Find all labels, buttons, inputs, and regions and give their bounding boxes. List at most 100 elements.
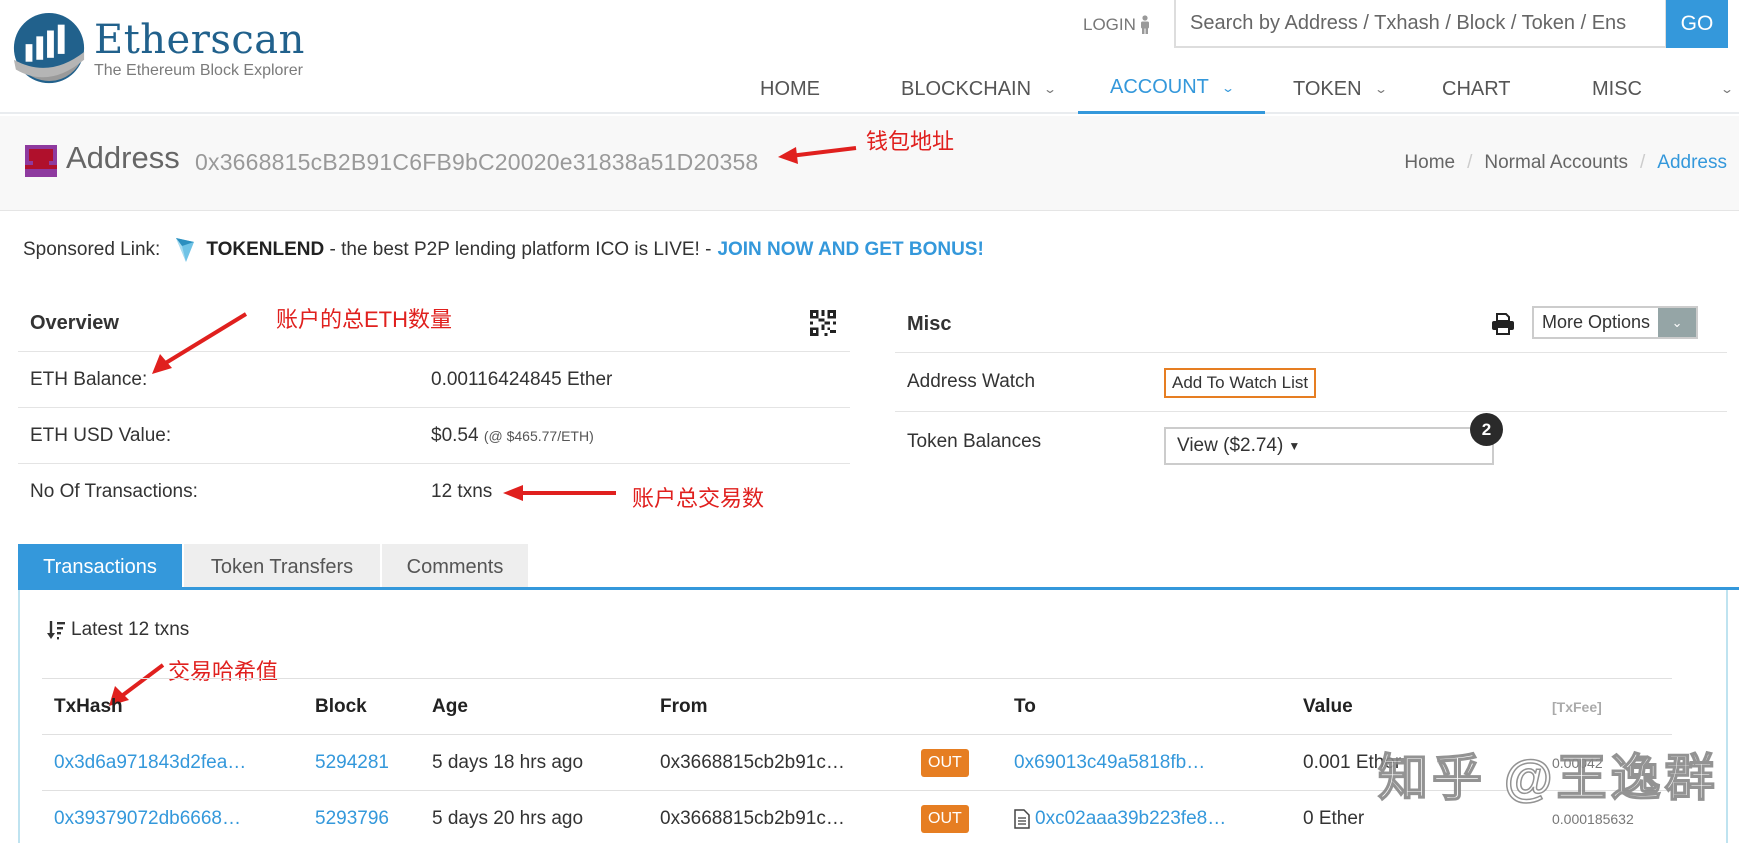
sponsor-text: - the best P2P lending platform ICO is L…	[324, 239, 712, 260]
nav-label: HOME	[760, 77, 820, 100]
eth-balance-value: 0.00116424845 Ether	[431, 368, 613, 390]
txhash-link[interactable]: 0x39379072db6668…	[54, 791, 241, 843]
nav-chart[interactable]: CHART	[1442, 64, 1511, 114]
tx-age: 5 days 18 hrs ago	[432, 752, 584, 773]
direction-badge: OUT	[921, 749, 969, 777]
sponsor-brand[interactable]: TOKENLEND	[206, 239, 324, 261]
eth-price-note: (@ $465.77/ETH)	[483, 427, 594, 444]
nav-label: CHART	[1442, 77, 1511, 100]
nav-label: TOKEN	[1293, 77, 1362, 100]
login-label: LOGIN	[1083, 15, 1136, 34]
nav-token[interactable]: TOKEN ⌄	[1293, 64, 1388, 114]
sponsored-label: Sponsored Link:	[23, 239, 161, 260]
block-link[interactable]: 5294281	[315, 735, 389, 791]
chevron-down-icon: ⌄	[1658, 308, 1697, 337]
address-identicon-icon	[25, 145, 57, 177]
search-go-button[interactable]: GO	[1666, 0, 1728, 48]
tokenlend-logo-icon	[176, 238, 195, 262]
sort-descending-icon	[47, 621, 65, 640]
direction-cell: OUT	[921, 791, 969, 843]
address-watch-label: Address Watch	[907, 371, 1036, 392]
usd-value-label: ETH USD Value:	[30, 424, 172, 446]
nav-blockchain[interactable]: BLOCKCHAIN ⌄	[901, 64, 1058, 114]
col-to: To	[1014, 696, 1036, 717]
annotation-txn-total: 账户总交易数	[632, 486, 765, 511]
tx-to-cell: 0xc02aaa39b223fe8…	[1014, 791, 1226, 843]
zhihu-watermark: 知乎 @王逸群	[1377, 749, 1719, 807]
chevron-down-icon: ⌄	[1043, 82, 1058, 96]
site-header: Etherscan The Ethereum Block Explorer LO…	[0, 0, 1739, 114]
chevron-down-icon: ⌄	[1220, 80, 1235, 95]
tx-to-link[interactable]: 0x69013c49a5818fb…	[1014, 735, 1205, 791]
nav-account[interactable]: ACCOUNT ⌄	[1078, 64, 1265, 114]
breadcrumb: Home / Normal Accounts / Address	[1404, 152, 1727, 174]
transactions-table-header: TxHash Block Age From To Value [TxFee]	[42, 678, 1672, 734]
txn-count-value: 12 txns	[431, 481, 493, 502]
col-from: From	[660, 696, 708, 717]
token-balances-value: View ($2.74)	[1177, 435, 1284, 456]
col-block: Block	[315, 696, 367, 717]
caret-down-icon: ▼	[1288, 439, 1301, 453]
txn-count-label: No Of Transactions:	[30, 481, 198, 502]
direction-badge: OUT	[921, 805, 969, 833]
print-icon[interactable]	[1491, 312, 1515, 336]
search-input[interactable]	[1176, 0, 1665, 46]
col-age: Age	[432, 696, 468, 717]
tx-age: 5 days 20 hrs ago	[432, 808, 584, 829]
login-link[interactable]: LOGIN	[1083, 14, 1151, 36]
nav-label: BLOCKCHAIN	[901, 77, 1032, 100]
tab-token-transfers[interactable]: Token Transfers	[184, 544, 380, 590]
latest-txns-summary: Latest 12 txns	[47, 619, 189, 641]
breadcrumb-separator: /	[1467, 152, 1473, 173]
sponsor-cta-link[interactable]: JOIN NOW AND GET BONUS!	[717, 239, 983, 261]
nav-misc[interactable]: MISC ⌄	[1592, 64, 1735, 114]
etherscan-logo-icon	[13, 12, 85, 84]
breadcrumb-address: Address	[1657, 152, 1727, 173]
col-txfee[interactable]: [TxFee]	[1552, 679, 1602, 735]
overview-row-eth-balance: ETH Balance: 0.00116424845 Ether	[18, 352, 850, 408]
direction-cell: OUT	[921, 735, 969, 791]
tx-value: 0 Ether	[1303, 808, 1365, 829]
tx-to-link[interactable]: 0xc02aaa39b223fe8…	[1035, 808, 1226, 830]
tab-bar: Transactions Token Transfers Comments	[18, 544, 530, 590]
tx-from: 0x3668815cb2b91c…	[660, 752, 845, 773]
user-icon	[1140, 15, 1149, 34]
chevron-down-icon: ⌄	[1373, 82, 1388, 96]
misc-title: Misc	[907, 312, 952, 335]
token-balances-label: Token Balances	[907, 430, 1042, 452]
overview-title: Overview	[30, 312, 119, 334]
etherscan-logo[interactable]: Etherscan The Ethereum Block Explorer	[10, 10, 305, 90]
col-txhash: TxHash	[54, 696, 123, 717]
tab-transactions[interactable]: Transactions	[18, 544, 182, 590]
wallet-address[interactable]: 0x3668815cB2B91C6FB9bC20020e31838a51D203…	[195, 149, 758, 176]
token-balances-dropdown[interactable]: View ($2.74) ▼	[1164, 427, 1494, 465]
chevron-down-icon: ⌄	[1719, 82, 1735, 96]
tab-comments[interactable]: Comments	[382, 544, 528, 590]
nav-label: ACCOUNT	[1110, 76, 1209, 98]
breadcrumb-normal-accounts[interactable]: Normal Accounts	[1484, 152, 1628, 174]
usd-value-group: $0.54 (@ $465.77/ETH)	[431, 425, 594, 447]
search-box	[1174, 0, 1667, 48]
page-title: Address	[66, 140, 180, 175]
annotation-arrow-icon	[152, 312, 248, 374]
nav-home[interactable]: HOME	[760, 64, 820, 114]
annotation-arrow-icon	[778, 146, 857, 164]
overview-row-usd-value: ETH USD Value: $0.54 (@ $465.77/ETH)	[18, 408, 850, 464]
logo-subtitle: The Ethereum Block Explorer	[94, 62, 303, 79]
more-options-dropdown[interactable]: More Options ⌄	[1532, 306, 1699, 339]
txhash-link[interactable]: 0x3d6a971843d2fea…	[54, 735, 246, 791]
col-value: Value	[1303, 696, 1353, 717]
usd-value: $0.54	[431, 424, 479, 446]
block-link[interactable]: 5293796	[315, 791, 389, 843]
sponsored-link: Sponsored Link: TOKENLEND - the best P2P…	[23, 236, 984, 264]
annotation-wallet-address: 钱包地址	[866, 129, 955, 154]
add-to-watch-list-button[interactable]: Add To Watch List	[1164, 368, 1317, 398]
qr-code-icon[interactable]	[810, 310, 836, 336]
annotation-arrow-icon	[503, 485, 616, 501]
token-count-badge: 2	[1470, 413, 1503, 446]
logo-title: Etherscan	[94, 17, 305, 63]
breadcrumb-home[interactable]: Home	[1404, 152, 1455, 174]
breadcrumb-separator: /	[1640, 152, 1646, 173]
annotation-eth-total: 账户的总ETH数量	[276, 307, 453, 332]
latest-txns-label: Latest 12 txns	[71, 619, 190, 640]
